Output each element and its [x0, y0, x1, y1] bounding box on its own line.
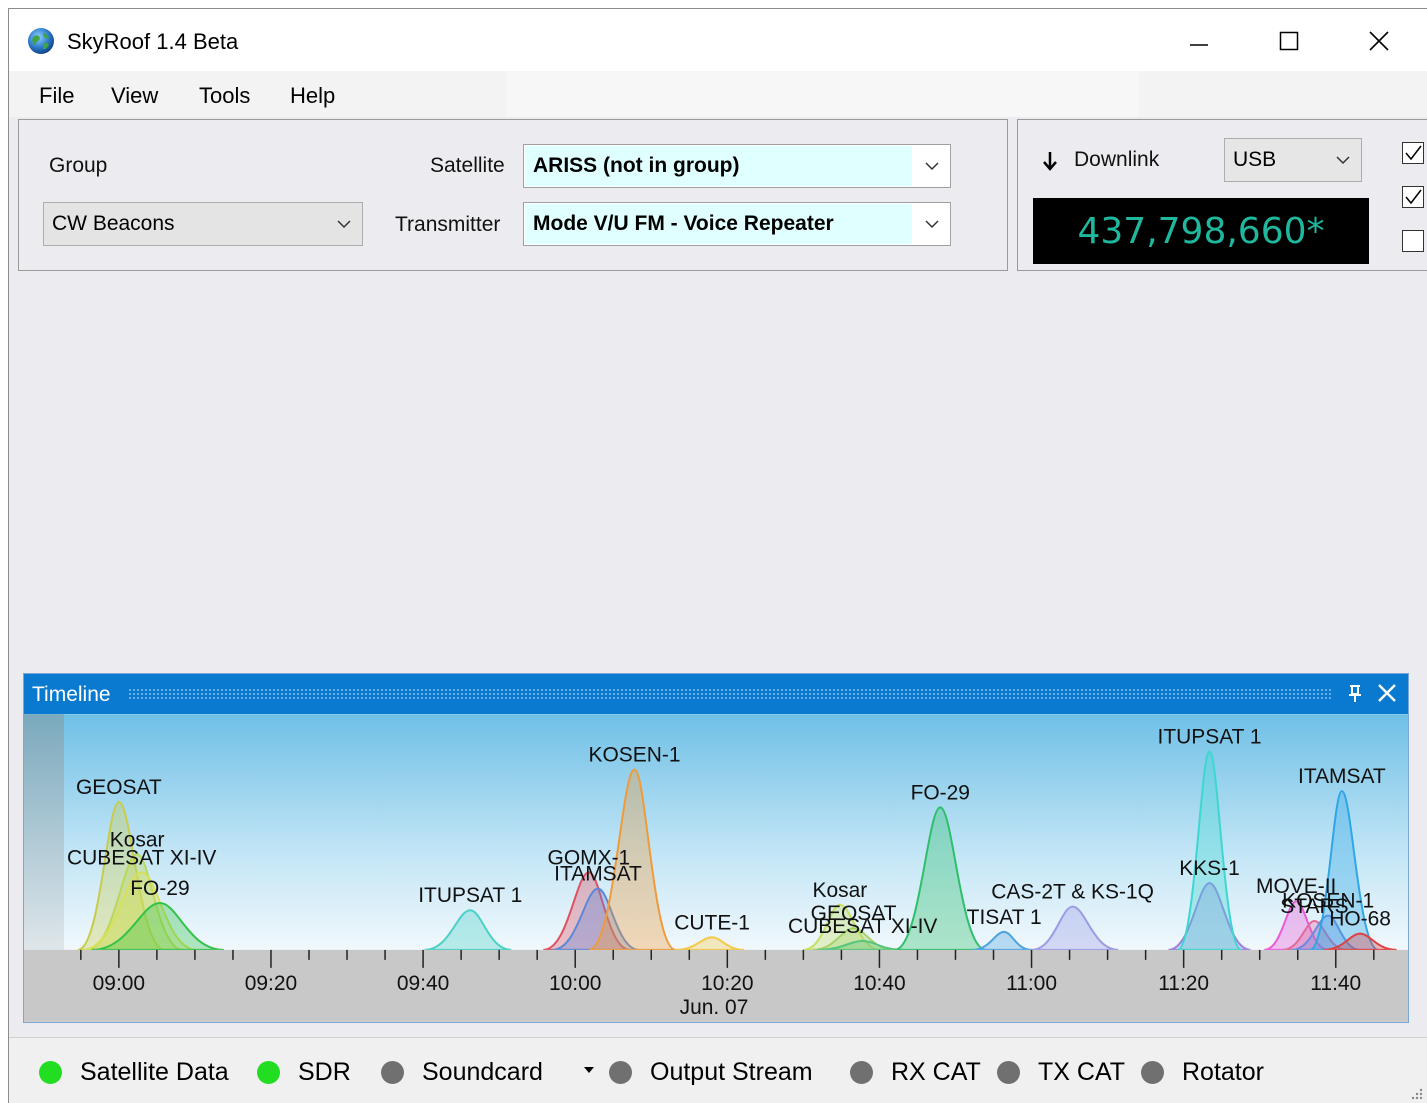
axis-time-label: 11:40: [1310, 972, 1361, 995]
status-led: [997, 1061, 1020, 1084]
pass-label: GEOSAT: [76, 776, 162, 799]
satellite-dropdown-value: ARISS (not in group): [525, 146, 912, 186]
checkbox-3[interactable]: [1402, 230, 1424, 252]
status-tx-cat[interactable]: TX CAT: [997, 1058, 1125, 1087]
axis-time-label: 11:00: [1006, 972, 1057, 995]
axis-time-label: 10:20: [701, 972, 753, 995]
pass-label: ITAMSAT: [1298, 765, 1386, 788]
pass-label: ITUPSAT 1: [1158, 726, 1262, 749]
chevron-down-icon: [925, 162, 939, 171]
timeline-panel: Timeline GEOSAT Kosar CUBESAT XI-IV FO-2…: [23, 673, 1409, 1023]
status-label: Output Stream: [650, 1058, 813, 1086]
group-dropdown[interactable]: CW Beacons: [43, 202, 363, 246]
status-rotator[interactable]: Rotator: [1141, 1058, 1264, 1087]
timeline-date-label: Jun. 07: [680, 996, 749, 1019]
pass-label: ITUPSAT 1: [418, 884, 522, 907]
timeline-grip: [128, 688, 1332, 700]
axis-time-label: 10:00: [549, 972, 601, 995]
pass-label: HO-68: [1329, 908, 1391, 931]
pass-label: TISAT 1: [967, 906, 1042, 929]
group-label: Group: [49, 154, 108, 177]
checkbox-1[interactable]: [1402, 142, 1424, 164]
timeline-chart[interactable]: GEOSATKosarCUBESAT XI-IVFO-29 ITUPSAT 1GO…: [24, 714, 1408, 1022]
axis-time-label: 09:20: [245, 972, 297, 995]
timeline-title: Timeline: [32, 683, 111, 706]
status-satellite-data[interactable]: Satellite Data: [39, 1058, 229, 1087]
satellite-label: Satellite: [430, 154, 505, 177]
menu-bar-filler: [507, 71, 1139, 117]
satellite-dropdown[interactable]: ARISS (not in group): [523, 144, 951, 188]
pass-label: FO-29: [911, 781, 970, 804]
pass-label: CAS-2T & KS-1Q: [991, 881, 1154, 904]
checkbox-2[interactable]: [1402, 186, 1424, 208]
status-bar: Satellite Data SDR Soundcard Output Stre…: [9, 1037, 1427, 1103]
maximize-button[interactable]: [1244, 19, 1334, 63]
chevron-down-icon: [1336, 156, 1350, 165]
timeline-past-shade: [24, 714, 64, 950]
axis-time-label: 11:20: [1158, 972, 1209, 995]
close-button[interactable]: [1334, 19, 1424, 63]
pass-label: CUTE-1: [674, 911, 750, 934]
pass-label: KOSEN-1: [589, 744, 681, 767]
status-output-stream[interactable]: Output Stream: [609, 1058, 813, 1087]
menu-file[interactable]: File: [29, 81, 84, 111]
timeline-header[interactable]: Timeline: [24, 674, 1408, 714]
caret-down-icon[interactable]: [583, 1064, 595, 1076]
minimize-button[interactable]: [1154, 19, 1244, 63]
checkmark-icon: [1405, 189, 1422, 205]
status-label: Soundcard: [422, 1058, 543, 1086]
status-label: TX CAT: [1038, 1058, 1126, 1086]
pass-label: ITAMSAT: [554, 863, 642, 886]
pass-label: KKS-1: [1179, 857, 1240, 880]
status-label: RX CAT: [891, 1058, 981, 1086]
app-window: SkyRoof 1.4 Beta File View Tools Help Gr…: [8, 8, 1427, 1103]
pass-label: CUBESAT XI-IV: [788, 915, 937, 938]
title-bar[interactable]: SkyRoof 1.4 Beta: [9, 9, 1427, 71]
status-sdr[interactable]: SDR: [257, 1058, 351, 1087]
menu-help[interactable]: Help: [280, 81, 345, 111]
arrow-down-icon: [1043, 152, 1057, 171]
satellite-panel: Group CW Beacons Satellite ARISS (not in…: [18, 119, 1008, 271]
menu-tools[interactable]: Tools: [189, 81, 260, 111]
status-soundcard[interactable]: Soundcard: [381, 1058, 543, 1087]
downlink-panel: Downlink USB 437,798,660*: [1017, 119, 1427, 271]
chevron-down-icon: [337, 220, 351, 229]
checkmark-icon: [1405, 145, 1422, 161]
globe-icon: [28, 28, 54, 54]
menu-view[interactable]: View: [101, 81, 168, 111]
status-label: SDR: [298, 1058, 351, 1086]
pass-label: Kosar: [813, 879, 868, 902]
frequency-display[interactable]: 437,798,660*: [1033, 198, 1369, 264]
transmitter-dropdown[interactable]: Mode V/U FM - Voice Repeater: [523, 202, 951, 246]
transmitter-label: Transmitter: [395, 213, 501, 236]
status-led: [1141, 1061, 1164, 1084]
axis-time-label: 09:40: [397, 972, 449, 995]
status-led: [257, 1061, 280, 1084]
status-led: [850, 1061, 873, 1084]
minimize-icon: [1190, 44, 1208, 46]
maximize-icon: [1279, 31, 1299, 51]
axis-time-label: 09:00: [93, 972, 145, 995]
status-label: Satellite Data: [80, 1058, 229, 1086]
group-dropdown-value: CW Beacons: [52, 212, 175, 235]
pass-label: CUBESAT XI-IV: [67, 846, 216, 869]
axis-time-label: 10:40: [853, 972, 905, 995]
status-rx-cat[interactable]: RX CAT: [850, 1058, 981, 1087]
mode-dropdown-value: USB: [1233, 148, 1277, 171]
downlink-label: Downlink: [1074, 148, 1160, 171]
status-label: Rotator: [1182, 1058, 1264, 1086]
resize-grip-icon[interactable]: [1409, 1086, 1423, 1100]
mode-dropdown[interactable]: USB: [1224, 138, 1362, 182]
close-icon[interactable]: [1376, 682, 1398, 704]
transmitter-dropdown-value: Mode V/U FM - Voice Repeater: [525, 204, 912, 244]
close-icon: [1369, 31, 1389, 51]
status-led: [381, 1061, 404, 1084]
menu-bar: File View Tools Help: [9, 71, 1427, 117]
pin-icon[interactable]: [1346, 682, 1364, 704]
chevron-down-icon: [925, 220, 939, 229]
pass-label: FO-29: [130, 877, 189, 900]
status-led: [609, 1061, 632, 1084]
window-title: SkyRoof 1.4 Beta: [67, 29, 239, 54]
status-led: [39, 1061, 62, 1084]
